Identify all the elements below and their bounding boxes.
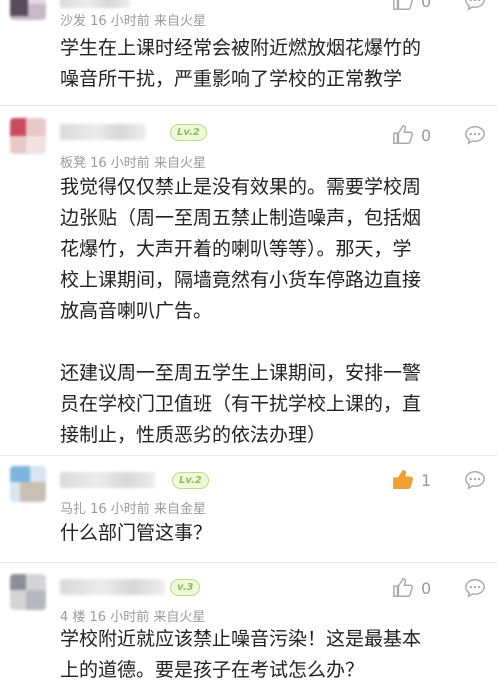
comment-meta: 板凳 16 小时前 来自火星: [60, 156, 206, 171]
comment-line: 接制止，性质恶劣的依法办理）: [60, 424, 327, 446]
comment-line: 还建议周一至周五学生上课期间，安排一警: [60, 362, 422, 384]
thumbs-up-icon[interactable]: [392, 469, 414, 491]
comment-reply-icon[interactable]: [463, 577, 487, 599]
comment-meta: 沙发 16 小时前 来自火星: [60, 14, 206, 29]
level-badge: v.3: [170, 579, 201, 596]
divider: [0, 562, 497, 563]
comment-line: 放高音喇叭广告。: [60, 300, 213, 322]
divider: [0, 105, 497, 106]
thumbs-up-icon[interactable]: [392, 577, 414, 599]
like-count: 1: [421, 471, 432, 490]
avatar[interactable]: [10, 0, 46, 20]
like-count: 0: [421, 579, 432, 598]
username-blurred: [60, 124, 146, 140]
comment-line: 花爆竹，大声开着的喇叭等等）。那天，学: [60, 238, 412, 260]
username-blurred: [60, 579, 165, 595]
comment-line: 校上课期间，隔墙竟然有小货车停路边直接: [60, 269, 422, 291]
comment-line: 边张贴（周一至周五禁止制造噪声，包括烟: [60, 207, 422, 229]
comment-meta: 马扎 16 小时前 来自金星: [60, 502, 206, 517]
comment-line: 上的道德。要是孩子在考试怎么办？: [60, 659, 365, 681]
username-blurred: [60, 0, 130, 8]
like-count: 0: [421, 0, 432, 11]
comment-reply-icon[interactable]: [463, 0, 487, 12]
divider: [0, 455, 497, 456]
comment-line: 学生在上课时经常会被附近燃放烟花爆竹的: [60, 37, 422, 59]
avatar[interactable]: [10, 466, 46, 502]
comment-body: 什么部门管这事？: [60, 518, 490, 549]
comment-line: 我觉得仅仅禁止是没有效果的。需要学校周: [60, 176, 422, 198]
comment-line: 什么部门管这事？: [60, 522, 213, 544]
level-badge: Lv.2: [172, 472, 209, 489]
comment-reply-icon[interactable]: [463, 469, 487, 491]
paragraph-spacer: [60, 327, 490, 358]
comment-body: 学生在上课时经常会被附近燃放烟花爆竹的 噪音所干扰，严重影响了学校的正常教学: [60, 33, 490, 95]
comment-line: 噪音所干扰，严重影响了学校的正常教学: [60, 68, 403, 90]
avatar[interactable]: [10, 574, 46, 610]
comment-reply-icon[interactable]: [463, 124, 487, 146]
thumbs-up-icon[interactable]: [392, 0, 414, 12]
comment-line: 学校附近就应该禁止噪音污染！这是最基本: [60, 628, 422, 650]
comment-meta: 4 楼 16 小时前 来自火星: [60, 610, 206, 625]
username-blurred: [60, 472, 155, 488]
thumbs-up-icon[interactable]: [392, 124, 414, 146]
like-count: 0: [421, 126, 432, 145]
comment-body: 我觉得仅仅禁止是没有效果的。需要学校周 边张贴（周一至周五禁止制造噪声，包括烟 …: [60, 172, 490, 451]
comment-body: 学校附近就应该禁止噪音污染！这是最基本 上的道德。要是孩子在考试怎么办？: [60, 624, 490, 686]
comment-line: 员在学校门卫值班（有干扰学校上课的，直: [60, 393, 422, 415]
level-badge: Lv.2: [170, 124, 207, 141]
avatar[interactable]: [10, 118, 46, 154]
